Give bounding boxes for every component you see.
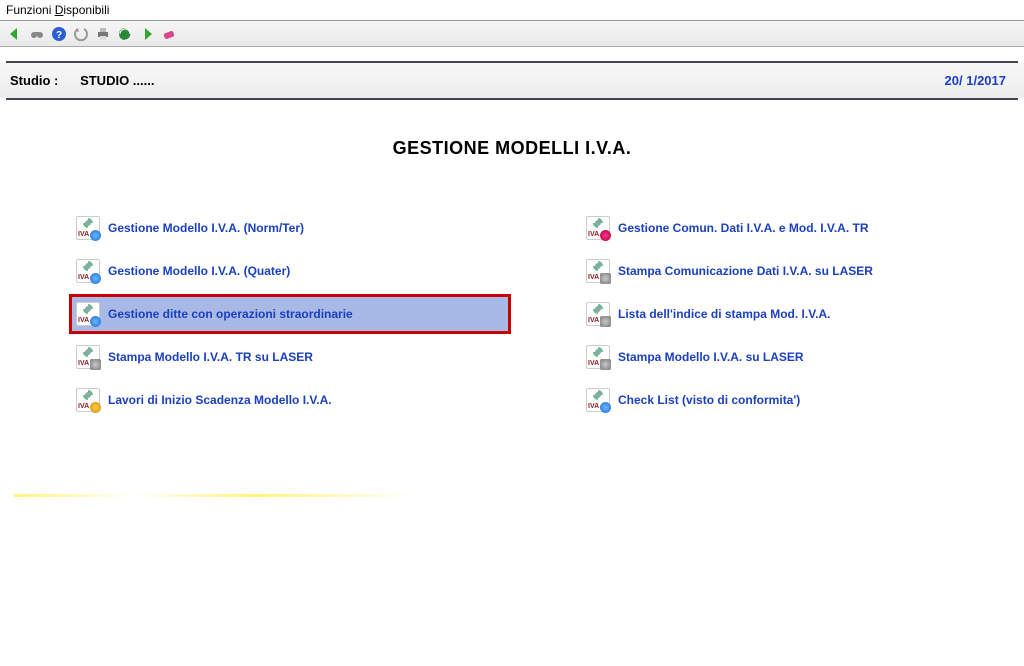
document-iva-icon: IVA xyxy=(76,259,100,283)
menu-item-label: Gestione Comun. Dati I.V.A. e Mod. I.V.A… xyxy=(618,221,868,235)
window-titlebar: Funzioni Disponibili xyxy=(0,0,1024,21)
menu-item[interactable]: IVA Lavori di Inizio Scadenza Modello I.V… xyxy=(70,381,510,419)
document-iva-icon: IVA xyxy=(586,345,610,369)
undo-button[interactable] xyxy=(72,25,90,43)
menu-item[interactable]: IVA Stampa Modello I.V.A. TR su LASER xyxy=(70,338,510,376)
find-button[interactable] xyxy=(28,25,46,43)
tools-badge-icon xyxy=(600,230,611,241)
menu-item-label: Stampa Comunicazione Dati I.V.A. su LASE… xyxy=(618,264,873,278)
document-iva-icon: IVA xyxy=(76,345,100,369)
studio-label: Studio : xyxy=(10,73,58,88)
menu-item[interactable]: IVA Gestione ditte con operazioni straord… xyxy=(70,295,510,333)
blue-badge-icon xyxy=(90,230,101,241)
delete-button[interactable] xyxy=(160,25,178,43)
blue-badge-icon xyxy=(90,273,101,284)
menu-column-left: IVAGestione Modello I.V.A. (Norm/Ter)IVA… xyxy=(70,209,510,424)
studio-block: Studio : STUDIO ...... xyxy=(10,73,154,88)
menu-item-label: Gestione Modello I.V.A. (Quater) xyxy=(108,264,290,278)
help-icon: ? xyxy=(51,26,67,42)
menu-item-label: Lavori di Inizio Scadenza Modello I.V.A. xyxy=(108,393,332,407)
menu-column-right: IVA Gestione Comun. Dati I.V.A. e Mod. I.… xyxy=(580,209,1010,424)
title-suffix: isponibili xyxy=(63,3,109,17)
menu-item[interactable]: IVA Check List (visto di conformita') xyxy=(580,381,1010,419)
menu-item-label: Check List (visto di conformita') xyxy=(618,393,800,407)
toolbar: ? xyxy=(0,21,1024,47)
globe-refresh-icon xyxy=(117,26,133,42)
orange-badge-icon xyxy=(90,402,101,413)
menu-item[interactable]: IVA Gestione Modello I.V.A. (Norm/Ter) xyxy=(70,209,510,247)
printer-icon xyxy=(95,26,111,42)
menu-item[interactable]: IVA Stampa Modello I.V.A. su LASER xyxy=(580,338,1010,376)
blue-badge-icon xyxy=(90,316,101,327)
menu-item-label: Stampa Modello I.V.A. su LASER xyxy=(618,350,804,364)
menu-item[interactable]: IVA Lista dell'indice di stampa Mod. I.V.… xyxy=(580,295,1010,333)
menu-area: IVAGestione Modello I.V.A. (Norm/Ter)IVA… xyxy=(0,209,1024,424)
menu-item-label: Lista dell'indice di stampa Mod. I.V.A. xyxy=(618,307,830,321)
forward-button[interactable] xyxy=(138,25,156,43)
blue-badge-icon xyxy=(600,402,611,413)
menu-item-label: Stampa Modello I.V.A. TR su LASER xyxy=(108,350,313,364)
menu-item-label: Gestione Modello I.V.A. (Norm/Ter) xyxy=(108,221,304,235)
document-iva-icon: IVA xyxy=(586,302,610,326)
menu-item[interactable]: IVA Gestione Comun. Dati I.V.A. e Mod. I.… xyxy=(580,209,1010,247)
arrow-left-icon xyxy=(7,26,23,42)
document-iva-icon: IVA xyxy=(586,259,610,283)
date-value: 20/ 1/2017 xyxy=(945,73,1006,88)
print-badge-icon xyxy=(90,359,101,370)
document-iva-icon: IVA xyxy=(76,216,100,240)
print-badge-icon xyxy=(600,316,611,327)
print-button[interactable] xyxy=(94,25,112,43)
document-iva-icon: IVA xyxy=(76,388,100,412)
info-row: Studio : STUDIO ...... 20/ 1/2017 xyxy=(0,63,1024,98)
studio-value: STUDIO ...... xyxy=(80,73,154,88)
menu-item[interactable]: IVA Stampa Comunicazione Dati I.V.A. su L… xyxy=(580,252,1010,290)
arrow-right-icon xyxy=(139,26,155,42)
document-iva-icon: IVA xyxy=(76,302,100,326)
menu-item[interactable]: IVA Gestione Modello I.V.A. (Quater) xyxy=(70,252,510,290)
decorative-gradient xyxy=(14,494,414,497)
print-badge-icon xyxy=(600,273,611,284)
document-iva-icon: IVA xyxy=(586,216,610,240)
back-button[interactable] xyxy=(6,25,24,43)
divider-under xyxy=(6,98,1018,100)
eraser-icon xyxy=(161,26,177,42)
print-badge-icon xyxy=(600,359,611,370)
document-iva-icon: IVA xyxy=(586,388,610,412)
undo-icon xyxy=(73,26,89,42)
help-button[interactable]: ? xyxy=(50,25,68,43)
page-title: GESTIONE MODELLI I.V.A. xyxy=(0,138,1024,159)
svg-text:?: ? xyxy=(56,30,62,41)
menu-item-label: Gestione ditte con operazioni straordina… xyxy=(108,307,353,321)
title-prefix: Funzioni xyxy=(6,3,55,17)
refresh-button[interactable] xyxy=(116,25,134,43)
binoculars-icon xyxy=(29,26,45,42)
